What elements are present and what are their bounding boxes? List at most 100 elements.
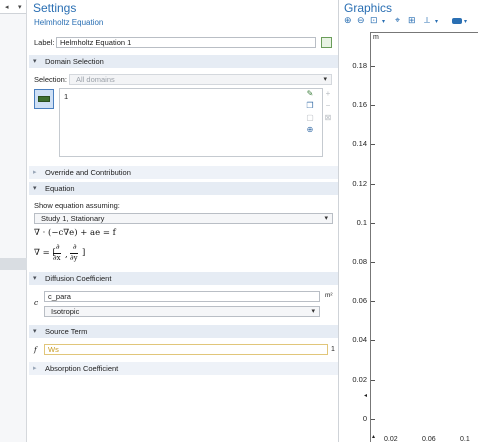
graphics-title: Graphics (344, 1, 393, 15)
section-expanded-icon: ▾ (33, 185, 37, 192)
gradient-dy: ∂y (70, 253, 78, 262)
y-tick-label: 0.14 (352, 139, 367, 149)
y-tick-mark (371, 418, 375, 420)
zoom-out-icon[interactable]: ⊖ (357, 15, 365, 26)
y-tick-label: 0.1 (356, 217, 367, 227)
axis-origin-icon: ▴ (372, 434, 376, 440)
gradient-suffix: ] (82, 248, 86, 258)
y-tick-label: 0.12 (352, 178, 367, 188)
chevron-down-icon: ▾ (323, 76, 327, 83)
gradient-d1: ∂ (56, 243, 60, 251)
chevron-down-icon[interactable]: ▾ (382, 18, 385, 25)
settings-panel: Settings Helmholtz Equation Label: Helmh… (29, 0, 339, 442)
y-tick-label: 0 (362, 413, 367, 423)
study-value: Study 1, Stationary (41, 214, 105, 223)
y-tick-label: 0.04 (352, 335, 367, 345)
section-absorption[interactable]: ▸ Absorption Coefficient (29, 362, 338, 375)
section-override[interactable]: ▸ Override and Contribution (29, 166, 338, 179)
diffusion-symbol: c (34, 298, 39, 307)
scene-light-icon[interactable] (452, 18, 462, 24)
axis-orientation-icon[interactable]: ⟂ (424, 15, 430, 26)
diffusion-coefficient-field[interactable]: c_para (44, 291, 320, 302)
section-expanded-icon: ▾ (33, 275, 37, 282)
diffusion-type-value: Isotropic (51, 307, 80, 316)
section-absorption-label: Absorption Coefficient (45, 364, 119, 373)
diffusion-type-dropdown[interactable]: Isotropic ▾ (44, 306, 320, 317)
gradient-sep: , (65, 250, 68, 260)
domain-active-icon (38, 96, 50, 102)
section-override-label: Override and Contribution (45, 168, 131, 177)
y-tick-mark (371, 222, 375, 224)
zoom-box-icon[interactable]: ⊡ (370, 15, 378, 26)
settings-subtitle: Helmholtz Equation (34, 18, 104, 27)
section-source-label: Source Term (45, 327, 88, 336)
graphics-panel: Graphics ⊕ ⊖ ⊡ ▾ ⌖ ⊞ ⟂ ▾ ▾ m ◂ ▴ 0.18 0.1… (340, 0, 478, 443)
source-term-field[interactable]: Ws (44, 344, 328, 355)
y-tick-label: 0.02 (352, 374, 367, 384)
remove-icon[interactable]: − (323, 101, 333, 111)
selection-list[interactable]: 1 (59, 88, 323, 157)
section-equation[interactable]: ▾ Equation (29, 182, 338, 195)
section-collapsed-icon: ▸ (33, 169, 37, 176)
reset-label-icon[interactable] (321, 37, 332, 48)
axis-unit-label: m (373, 34, 379, 41)
section-equation-label: Equation (45, 184, 75, 193)
list-item[interactable]: 1 (64, 92, 68, 101)
target-icon[interactable]: ⊕ (305, 125, 315, 135)
plot-area[interactable]: m (370, 32, 478, 442)
y-tick-mark (371, 183, 375, 185)
selection-dropdown[interactable]: All domains ▾ (69, 74, 332, 85)
y-tick-label: 0.18 (352, 61, 367, 70)
diffusion-unit: m² (325, 292, 333, 299)
y-tick-mark (371, 144, 375, 146)
pin-icon[interactable]: ▾ (18, 3, 22, 11)
zoom-extents-icon[interactable]: ⌖ (395, 15, 400, 26)
selected-tree-node[interactable] (0, 258, 27, 270)
zoom-in-icon[interactable]: ⊕ (344, 15, 352, 26)
source-unit: 1 (331, 346, 335, 353)
y-tick-mark (371, 379, 375, 381)
chevron-down-icon: ▾ (324, 215, 328, 222)
section-domain-selection[interactable]: ▾ Domain Selection (29, 55, 338, 68)
chevron-down-icon[interactable]: ▾ (435, 18, 438, 25)
gradient-dx: ∂x (53, 253, 61, 262)
active-toggle-button[interactable] (34, 89, 54, 109)
y-tick-label: 0.16 (352, 100, 367, 110)
y-tick-mark (371, 301, 375, 303)
section-diffusion[interactable]: ▾ Diffusion Coefficient (29, 272, 338, 285)
y-tick-label: 0.06 (352, 296, 367, 306)
chevron-down-icon: ▾ (311, 308, 315, 315)
y-tick-label: 0.08 (352, 257, 367, 266)
section-expanded-icon: ▾ (33, 58, 37, 65)
settings-title: Settings (33, 1, 77, 15)
section-diffusion-label: Diffusion Coefficient (45, 274, 112, 283)
section-collapsed-icon: ▸ (33, 365, 37, 372)
source-symbol: f (34, 345, 37, 354)
axis-origin-icon: ◂ (364, 393, 368, 399)
copy-selection-icon[interactable]: ❐ (305, 101, 315, 111)
equation-main: ∇ · (−c∇e) + ae = f (34, 228, 116, 238)
selection-value: All domains (76, 75, 115, 84)
y-tick-mark (371, 66, 375, 67)
gradient-d2: ∂ (73, 243, 77, 251)
section-source-term[interactable]: ▾ Source Term (29, 325, 338, 338)
chevron-down-icon[interactable]: ▾ (464, 18, 467, 25)
model-builder-strip: ◂ ▾ (0, 0, 27, 442)
clear-selection-icon[interactable]: ▢ (305, 113, 315, 123)
y-tick-mark (371, 262, 375, 263)
selection-caption: Selection: (34, 75, 67, 84)
y-tick-mark (371, 105, 375, 107)
model-builder-header (0, 0, 26, 14)
grid-icon[interactable]: ⊞ (408, 15, 416, 26)
add-icon[interactable]: + (323, 89, 333, 99)
zoom-to-selection-icon[interactable]: ⊠ (323, 113, 333, 123)
section-domain-selection-label: Domain Selection (45, 57, 104, 66)
study-dropdown[interactable]: Study 1, Stationary ▾ (34, 213, 333, 224)
collapse-arrow-icon[interactable]: ◂ (5, 3, 9, 11)
paste-selection-icon[interactable]: ✎ (305, 89, 315, 99)
section-expanded-icon: ▾ (33, 328, 37, 335)
y-tick-mark (371, 340, 375, 342)
show-equation-caption: Show equation assuming: (34, 201, 120, 210)
label-caption: Label: (34, 38, 55, 47)
label-field[interactable]: Helmholtz Equation 1 (56, 37, 316, 48)
